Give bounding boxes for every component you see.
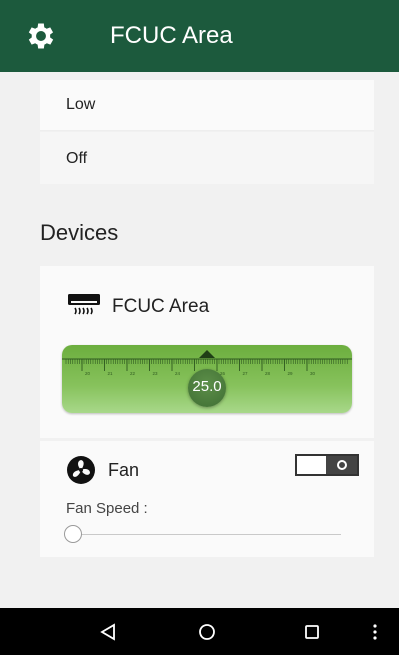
recents-icon[interactable] — [292, 608, 332, 655]
ruler-tick-label: 30 — [310, 371, 316, 376]
ruler-tick-label: 22 — [130, 371, 136, 376]
toggle-knob — [326, 456, 357, 474]
home-icon[interactable] — [187, 608, 227, 655]
temperature-knob[interactable]: 25.0 — [188, 369, 226, 407]
fan-speed-thumb[interactable] — [64, 525, 82, 543]
fan-speed-label: Fan Speed : — [66, 500, 148, 517]
device-name: FCUC Area — [112, 296, 210, 317]
ruler-tick-label: 21 — [108, 371, 114, 376]
ruler-tick-label: 27 — [243, 371, 249, 376]
ruler-tick-label: 23 — [153, 371, 159, 376]
device-card-fan: Fan Fan Speed : — [40, 441, 374, 557]
app-bar: FCUC Area — [0, 0, 399, 72]
ruler-tick-label: 24 — [175, 371, 181, 376]
mode-option-label: Low — [66, 96, 96, 113]
fan-icon — [66, 455, 96, 485]
mode-option-low[interactable]: Low — [40, 80, 374, 131]
system-nav-bar — [0, 608, 399, 655]
devices-section-title: Devices — [40, 220, 119, 245]
gear-icon[interactable] — [24, 19, 58, 53]
fan-toggle[interactable] — [295, 454, 359, 476]
ruler-tick-label: 28 — [265, 371, 271, 376]
temperature-value: 25.0 — [192, 378, 222, 395]
more-icon[interactable] — [360, 608, 390, 655]
temperature-ruler[interactable]: 2021222324252627282930 25.0 — [62, 345, 352, 413]
ruler-tick-label: 29 — [288, 371, 294, 376]
page-title: FCUC Area — [110, 22, 233, 49]
fan-label: Fan — [108, 460, 140, 480]
ruler-tick-label: 20 — [85, 371, 91, 376]
device-card-ac: FCUC Area 2021222324252627282930 25.0 — [40, 266, 374, 438]
mode-option-label: Off — [66, 150, 88, 167]
mode-option-off[interactable]: Off — [40, 132, 374, 184]
back-icon[interactable] — [88, 608, 128, 655]
air-conditioner-icon — [66, 292, 102, 320]
fan-speed-slider[interactable] — [78, 534, 341, 535]
